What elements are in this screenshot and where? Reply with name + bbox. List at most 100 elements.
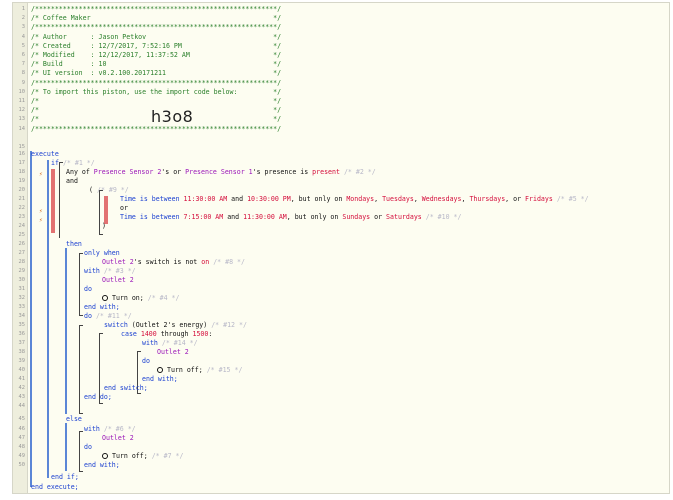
code-line[interactable]: end with; [84, 461, 120, 470]
code-line[interactable]: end do; [84, 393, 112, 402]
code-line[interactable]: end with; [84, 303, 120, 312]
condition-text: , but only on [286, 213, 343, 221]
code-line[interactable]: Outlet 2 [102, 276, 134, 285]
else-with-bracket [79, 431, 80, 471]
code-line[interactable]: end if; [51, 473, 79, 482]
sep: , or [505, 195, 526, 203]
line-number: 5 [21, 42, 25, 49]
code-line[interactable]: if /* #1 */ [51, 159, 95, 168]
code-line[interactable]: ( /* #9 */ [89, 186, 129, 195]
end-execute-keyword: end execute; [31, 483, 79, 491]
header-comment-line: /* */ [31, 97, 282, 105]
code-line[interactable]: with /* #3 */ [84, 267, 136, 276]
if-bracket [59, 162, 60, 238]
code-line[interactable]: do [84, 443, 92, 452]
code-line[interactable]: and [66, 177, 78, 186]
code-line[interactable]: Outlet 2 [157, 348, 189, 357]
line-number: 21 [18, 196, 26, 202]
code-line[interactable]: or [120, 204, 128, 213]
code-line[interactable]: end execute; [31, 483, 79, 492]
line-number: 29 [18, 268, 26, 274]
code-line[interactable]: do [84, 285, 92, 294]
line-number: 48 [18, 444, 26, 450]
else-with-bracket-top [79, 431, 83, 432]
and-operator: and [66, 177, 78, 185]
header-comment-line: /* Modified : 12/12/2017, 11:37:52 AM */ [31, 51, 282, 59]
code-line[interactable]: Any of Presence Sensor 2's or Presence S… [66, 168, 376, 177]
do-keyword: do [84, 312, 92, 320]
code-line[interactable]: ) [102, 222, 106, 231]
line-number: 43 [18, 394, 26, 400]
code-line[interactable]: do /* #11 */ [84, 312, 132, 321]
task-text: Turn off; [111, 452, 148, 460]
import-code[interactable]: h3o8 [151, 107, 193, 126]
code-line[interactable]: with /* #14 */ [142, 339, 198, 348]
case-keyword: case [121, 330, 141, 338]
group-bracket-bottom [99, 234, 103, 235]
device-outlet-2: Outlet 2 [102, 434, 134, 442]
case-text: through [156, 330, 193, 338]
line-number: 22 [18, 205, 26, 211]
condition-text: and [223, 213, 244, 221]
power-off-icon [157, 367, 163, 373]
header-comment-line: /***************************************… [31, 78, 282, 87]
code-comment: /* #11 */ [95, 312, 132, 320]
line-number: 41 [18, 376, 26, 382]
time-value: 10:30:00 PM [247, 195, 291, 203]
line-number: 34 [18, 313, 26, 319]
code-line[interactable]: Turn off; /* #15 */ [157, 366, 242, 375]
line-number: 27 [18, 250, 26, 256]
code-line[interactable]: Outlet 2's switch is not on /* #8 */ [102, 258, 245, 267]
code-area: /***************************************… [29, 3, 669, 493]
line-number: 3 [21, 24, 25, 31]
condition-text: Any of [66, 168, 94, 176]
code-line[interactable]: Time is between 11:30:00 AM and 10:30:00… [120, 195, 589, 204]
piston-editor: 1 2 3 4 5 6 7 8 9 10 11 12 13 14 15 16 17 18 19 20 21 22 23 24 2… [0, 0, 673, 500]
day-value: Saturdays [386, 213, 422, 221]
header-comment-line: /***************************************… [31, 5, 282, 13]
sep: , [413, 195, 422, 203]
code-line[interactable]: do [142, 357, 150, 366]
code-line[interactable]: with /* #6 */ [84, 425, 136, 434]
code-comment: /* #2 */ [343, 168, 376, 176]
only-when-bracket-bottom [79, 315, 83, 316]
only-when-bracket-top [79, 253, 83, 254]
line-number: 11 [18, 98, 26, 104]
code-line[interactable]: execute [31, 150, 59, 159]
line-number: 26 [18, 241, 26, 247]
if-bar [47, 160, 49, 478]
else-bar [65, 423, 67, 471]
code-line[interactable]: Turn on; /* #4 */ [102, 294, 180, 303]
line-number: 28 [18, 259, 26, 265]
line-number: 32 [18, 295, 26, 301]
with-keyword: with [142, 339, 158, 347]
line-number: 36 [18, 331, 26, 337]
header-comment-line: /* Created : 12/7/2017, 7:52:16 PM */ [31, 41, 282, 50]
device-presence-sensor-2: Presence Sensor 2 [93, 168, 162, 176]
line-number: 25 [18, 232, 26, 238]
code-line[interactable]: switch (Outlet 2's energy) /* #12 */ [104, 321, 247, 330]
device-outlet-2: Outlet 2 [102, 258, 134, 266]
code-line[interactable]: then [66, 240, 82, 249]
condition-text: Time is between [120, 213, 184, 221]
code-comment: /* #4 */ [147, 294, 180, 302]
header-comment-line: /* Coffee Maker */ [31, 14, 282, 23]
code-line[interactable]: case 1400 through 1500: [121, 330, 212, 339]
code-comment: /* #8 */ [213, 258, 245, 266]
day-value: Mondays [346, 195, 375, 203]
code-line[interactable]: else [66, 415, 82, 424]
case-value: 1400 [140, 330, 157, 338]
code-line[interactable]: end with; [142, 375, 178, 384]
end-switch-keyword: end switch; [104, 384, 148, 392]
switch-bracket-top [99, 333, 103, 334]
code-line[interactable]: Time is between 7:15:00 AM and 11:30:00 … [120, 213, 461, 222]
code-line[interactable]: end switch; [104, 384, 148, 393]
code-line[interactable]: Turn off; /* #7 */ [102, 452, 183, 461]
condition-text: , but only on [290, 195, 347, 203]
then-keyword: then [66, 240, 82, 248]
trigger-icon: ⚡ [39, 208, 43, 215]
code-line[interactable]: only when [84, 249, 120, 258]
line-number: 7 [21, 61, 25, 68]
code-line[interactable]: Outlet 2 [102, 434, 134, 443]
line-number: 37 [18, 340, 26, 346]
